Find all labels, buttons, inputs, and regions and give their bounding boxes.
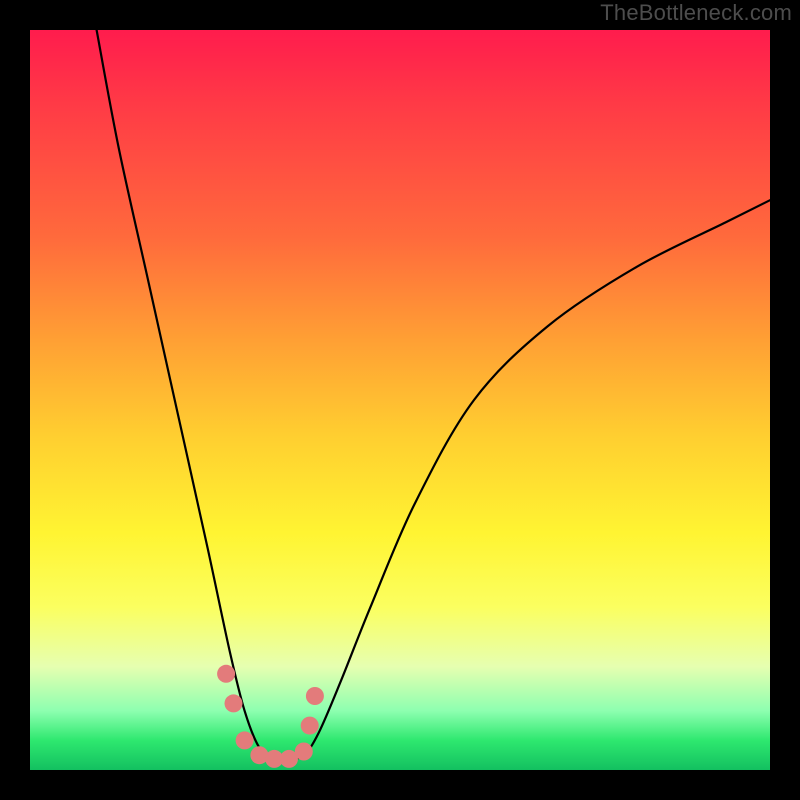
marker-point (225, 694, 243, 712)
chart-frame: TheBottleneck.com (0, 0, 800, 800)
marker-point (217, 665, 235, 683)
chart-overlay (30, 30, 770, 770)
watermark-text: TheBottleneck.com (600, 0, 792, 26)
marker-point (236, 731, 254, 749)
marker-point (301, 717, 319, 735)
marker-point (306, 687, 324, 705)
bottleneck-curve (97, 30, 770, 760)
plot-area (30, 30, 770, 770)
marker-point (295, 743, 313, 761)
highlight-markers (217, 665, 324, 768)
